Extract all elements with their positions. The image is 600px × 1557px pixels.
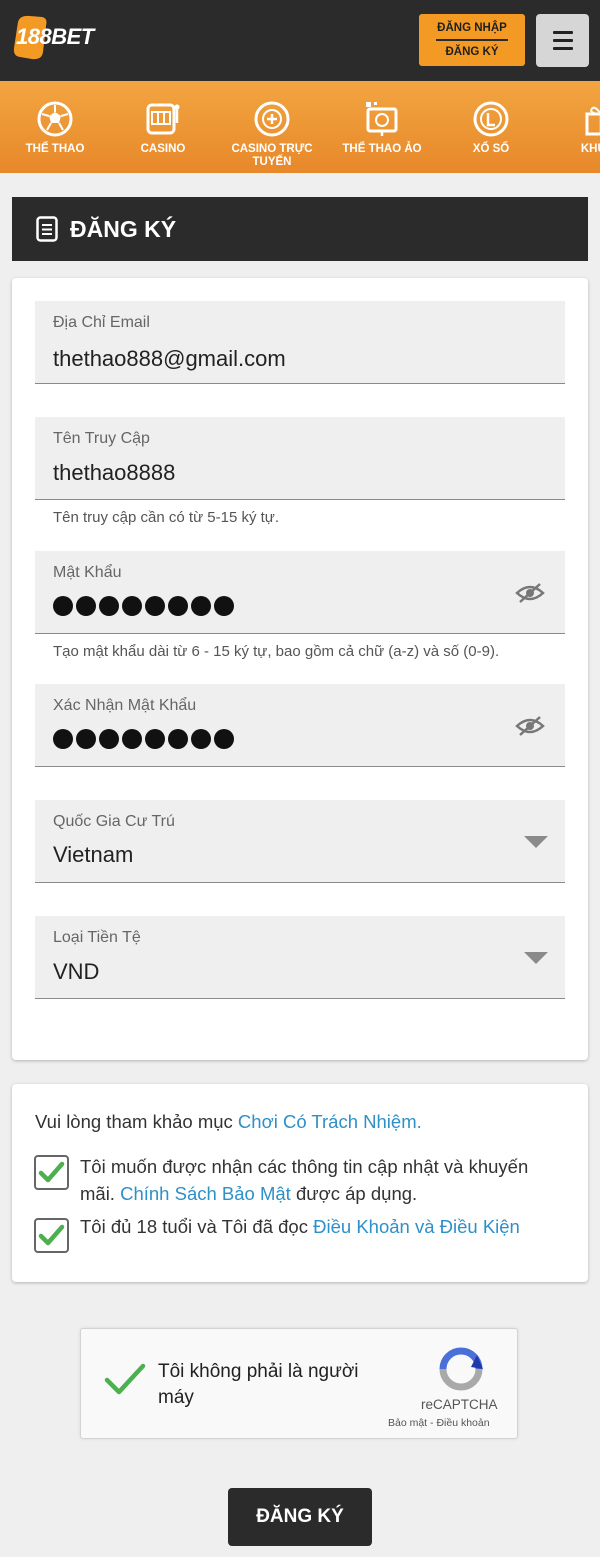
promo-consent-row: Tôi muốn được nhận các thông tin cập nhậ… (34, 1155, 560, 1207)
recaptcha-privacy-link[interactable]: Bảo mật (388, 1417, 427, 1429)
login-register-button[interactable]: ĐĂNG NHẬP ĐĂNG KÝ (419, 14, 525, 66)
responsible-gaming-text: Vui lòng tham khảo mục (35, 1111, 238, 1132)
terms-card: Vui lòng tham khảo mục Chơi Có Trách Nhi… (12, 1084, 588, 1282)
promo-consent-text: Tôi muốn được nhận các thông tin cập nhậ… (80, 1153, 560, 1207)
username-label: Tên Truy Cập (53, 430, 150, 447)
recaptcha-links: Bảo mật - Điều khoản (388, 1417, 490, 1429)
page-title-bar: ĐĂNG KÝ (12, 197, 588, 261)
currency-select[interactable]: Loại Tiền Tệ VND (35, 916, 565, 999)
password-hint: Tạo mật khẩu dài từ 6 - 15 ký tự, bao gồ… (53, 643, 500, 660)
age-checkbox[interactable] (34, 1218, 69, 1253)
username-field[interactable]: Tên Truy Cập thethao8888 (35, 417, 565, 500)
age-consent-row: Tôi đủ 18 tuổi và Tôi đã đọc Điều Khoản … (34, 1216, 560, 1253)
nav-item-virtual-sports[interactable]: THỂ THAO ẢO (327, 81, 437, 173)
eye-slash-icon[interactable] (515, 582, 545, 604)
password-masked-value[interactable] (53, 596, 234, 616)
register-submit-label: ĐĂNG KÝ (256, 1506, 344, 1527)
soccer-ball-icon (37, 101, 73, 137)
country-label: Quốc Gia Cư Trú (53, 813, 175, 830)
recaptcha-logo-icon (439, 1347, 483, 1391)
nav-label: CASINO (140, 143, 186, 155)
recaptcha-terms-link[interactable]: Điều khoản (436, 1417, 489, 1429)
captcha-checkmark-icon[interactable] (103, 1361, 147, 1397)
username-hint: Tên truy cập cần có từ 5-15 ký tự. (53, 509, 280, 526)
email-field[interactable]: Địa Chỉ Email thethao888@gmail.com (35, 301, 565, 384)
promo-suffix: được áp dụng. (290, 1183, 418, 1204)
captcha-label: Tôi không phải là người máy (158, 1361, 359, 1408)
nav-label: KHUYẾ (580, 143, 600, 155)
email-value[interactable]: thethao888@gmail.com (53, 346, 286, 372)
gift-icon (585, 106, 600, 136)
auth-divider (436, 39, 508, 41)
recaptcha-widget: Tôi không phải là người máy reCAPTCHA Bả… (80, 1328, 518, 1439)
chevron-down-icon[interactable] (524, 952, 548, 964)
nav-label: XỔ SỐ (472, 143, 510, 155)
age-consent-text: Tôi đủ 18 tuổi và Tôi đã đọc Điều Khoản … (80, 1213, 560, 1240)
privacy-policy-link[interactable]: Chính Sách Bảo Mật (120, 1183, 291, 1204)
casino-chip-icon (254, 101, 290, 137)
currency-value[interactable]: VND (53, 959, 99, 985)
lottery-ball-icon (473, 101, 509, 137)
brand-logo[interactable]: 188BET (12, 12, 94, 64)
eye-slash-icon[interactable] (515, 715, 545, 737)
nav-item-promotions[interactable]: KHUYẾ (546, 81, 600, 173)
password-field[interactable]: Mật Khẩu (35, 551, 565, 634)
nav-item-casino[interactable]: CASINO (108, 81, 218, 173)
country-value[interactable]: Vietnam (53, 842, 133, 868)
nav-item-sports[interactable]: THỂ THAO (0, 81, 110, 173)
terms-conditions-link[interactable]: Điều Khoản và Điều Kiện (313, 1216, 520, 1237)
responsible-gaming-link[interactable]: Chơi Có Trách Nhiệm. (238, 1111, 422, 1132)
document-icon (36, 216, 58, 242)
registration-form-card: Địa Chỉ Email thethao888@gmail.com Tên T… (12, 278, 588, 1060)
recaptcha-brand: reCAPTCHA (421, 1397, 498, 1412)
chevron-down-icon[interactable] (524, 836, 548, 848)
checkmark-icon (38, 1161, 65, 1183)
country-select[interactable]: Quốc Gia Cư Trú Vietnam (35, 800, 565, 883)
nav-item-lottery[interactable]: XỔ SỐ (436, 81, 546, 173)
virtual-sports-icon (366, 102, 398, 136)
nav-label: THỂ THAO (25, 143, 85, 155)
category-nav: THỂ THAO CASINO CASINO TRỰC TUYẾN THỂ TH… (0, 81, 600, 173)
confirm-password-field[interactable]: Xác Nhận Mật Khẩu (35, 684, 565, 767)
confirm-password-label: Xác Nhận Mật Khẩu (53, 697, 197, 714)
top-header: 188BET ĐĂNG NHẬP ĐĂNG KÝ (0, 0, 600, 81)
email-label: Địa Chỉ Email (53, 314, 150, 331)
nav-label: THỂ THAO ẢO (342, 143, 422, 155)
age-text: Tôi đủ 18 tuổi và Tôi đã đọc (80, 1216, 314, 1237)
confirm-password-masked-value[interactable] (53, 729, 234, 749)
hamburger-icon[interactable] (536, 14, 589, 67)
logo-text: 188BET (16, 24, 94, 49)
page-title: ĐĂNG KÝ (70, 215, 177, 242)
nav-item-live-casino[interactable]: CASINO TRỰC TUYẾN (217, 81, 327, 173)
login-label[interactable]: ĐĂNG NHẬP (437, 21, 507, 35)
slot-machine-icon (146, 103, 180, 135)
username-value[interactable]: thethao8888 (53, 460, 175, 486)
responsible-gaming-note: Vui lòng tham khảo mục Chơi Có Trách Nhi… (35, 1111, 422, 1133)
register-submit-button[interactable]: ĐĂNG KÝ (228, 1488, 372, 1546)
currency-label: Loại Tiền Tệ (53, 929, 141, 946)
password-label: Mật Khẩu (53, 564, 122, 581)
checkmark-icon (38, 1224, 65, 1246)
nav-label: CASINO TRỰC TUYẾN (231, 143, 313, 168)
register-label[interactable]: ĐĂNG KÝ (445, 45, 498, 59)
promo-checkbox[interactable] (34, 1155, 69, 1190)
